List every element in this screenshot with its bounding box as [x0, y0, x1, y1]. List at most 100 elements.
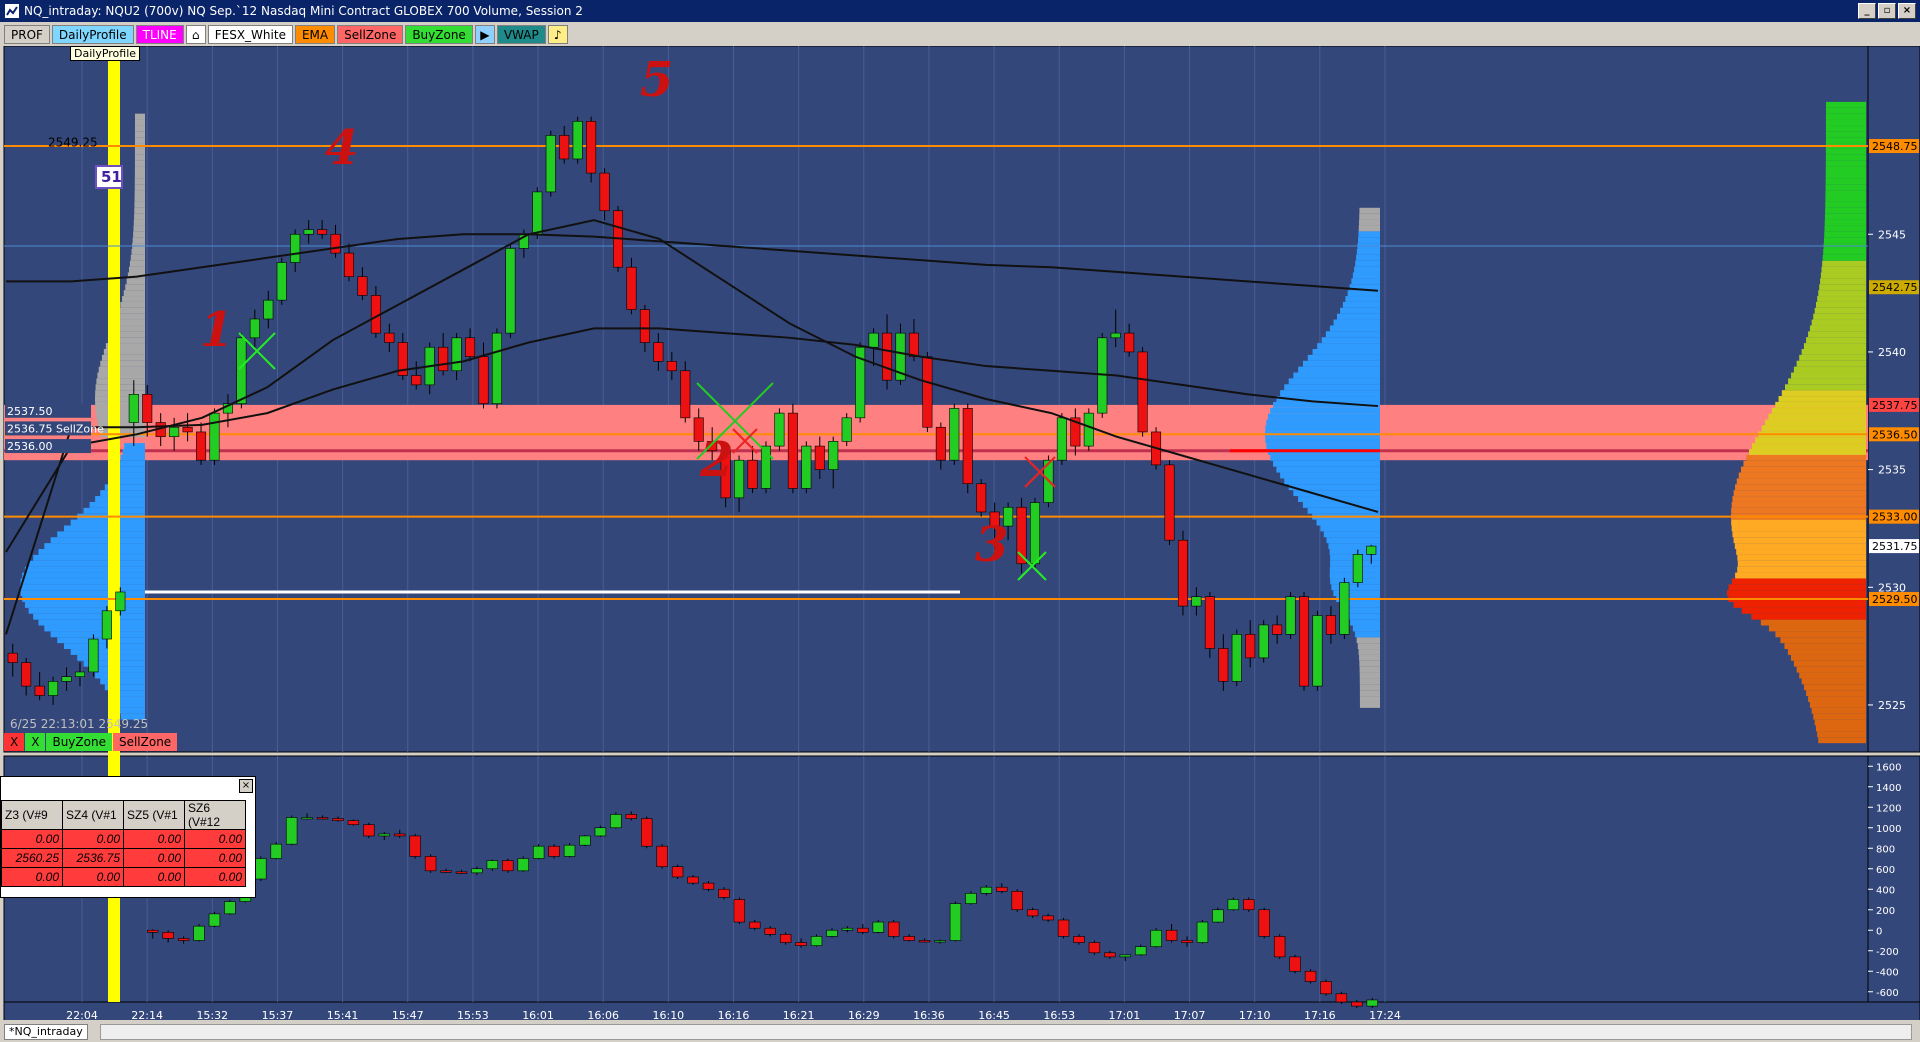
- delta-candle: [285, 817, 298, 845]
- tooltip: DailyProfile: [70, 46, 141, 61]
- price-flag-label: 2533.00: [1872, 511, 1918, 524]
- left-profile-bar: [134, 125, 145, 132]
- toolbar-button-vwap[interactable]: VWAP: [496, 24, 546, 44]
- delta-candle: [486, 860, 499, 870]
- price-candle: [249, 318, 260, 339]
- restore-icon[interactable]: ▫: [1878, 3, 1896, 19]
- vp-histogram-bar: [1799, 354, 1866, 361]
- toolbar-button-sellzone[interactable]: SellZone: [337, 24, 404, 44]
- price-candle: [465, 337, 476, 357]
- vp-histogram-bar: [1731, 501, 1866, 508]
- bell-icon[interactable]: ♪: [547, 24, 568, 44]
- left-profile-bar: [115, 701, 145, 708]
- vp-histogram-bar: [1811, 707, 1866, 714]
- table-cell: 0.00: [184, 867, 246, 887]
- delta-candle: [702, 882, 715, 890]
- vp-histogram-bar: [1732, 531, 1866, 538]
- toolbar-button-prof[interactable]: PROF: [4, 24, 50, 44]
- price-candle: [411, 375, 422, 386]
- indicator-tick-label: 800: [1876, 844, 1895, 855]
- vp-histogram-bar: [1814, 719, 1866, 726]
- table-row[interactable]: 0.00 0.00 0.00 0.00: [1, 829, 246, 849]
- vp-histogram-bar: [1825, 190, 1866, 197]
- delta-candle: [440, 870, 452, 873]
- delta-candle: [965, 893, 977, 904]
- price-candle: [1191, 596, 1202, 607]
- vp-histogram-bar: [1825, 172, 1866, 179]
- table-row[interactable]: 0.00 0.00 0.00 0.00: [1, 867, 246, 887]
- price-candle: [1177, 539, 1188, 607]
- play-icon[interactable]: ▶: [474, 24, 495, 44]
- table-header[interactable]: SZ4 (V#1: [62, 800, 124, 830]
- table-cell: 0.00: [123, 867, 185, 887]
- price-candle: [908, 332, 919, 357]
- vp-histogram-bar: [1731, 507, 1866, 514]
- delta-candle: [857, 927, 869, 933]
- legend-item-x[interactable]: X: [25, 733, 46, 751]
- vp-histogram-bar: [1793, 660, 1866, 667]
- volume-profile-bar: [1273, 460, 1380, 467]
- vp-histogram-bar: [1825, 131, 1866, 138]
- toolbar-button-ema[interactable]: EMA: [294, 24, 336, 44]
- vp-histogram-bar: [1825, 166, 1866, 173]
- close-icon[interactable]: ×: [239, 779, 253, 793]
- chart-canvas[interactable]: 22:04 22:14 15:32 15:37 15:41 15:47 15:53 16:01…: [0, 46, 1920, 1032]
- vp-histogram-bar: [1808, 696, 1866, 702]
- left-profile-bar: [22, 572, 145, 579]
- table-header[interactable]: SZ6 (V#12: [184, 800, 246, 830]
- delta-candle: [888, 921, 900, 937]
- horizontal-scrollbar[interactable]: [100, 1024, 1912, 1040]
- delta-candle: [733, 899, 746, 923]
- table-row[interactable]: 2560.25 2536.75 0.00 0.00: [1, 848, 246, 868]
- price-candle: [572, 121, 583, 160]
- vp-histogram-bar: [1808, 331, 1866, 338]
- tab-nq-intraday[interactable]: *NQ_intraday: [4, 1024, 88, 1040]
- price-candle: [935, 426, 946, 461]
- zone-table-panel[interactable]: × Z3 (V#9 SZ4 (V#1 SZ5 (V#1 SZ6 (V#12 0.00 0…: [0, 776, 256, 898]
- volume-profile-bar: [1355, 631, 1380, 638]
- minimize-icon[interactable]: _: [1858, 3, 1876, 19]
- delta-candle: [1057, 919, 1070, 937]
- volume-profile-bar: [1266, 419, 1380, 426]
- table-cell: 2536.75: [62, 848, 124, 868]
- y-tick-label: 2535: [1878, 464, 1906, 477]
- volume-profile-bar: [1298, 366, 1380, 373]
- legend-item-x[interactable]: X: [4, 733, 25, 751]
- left-profile-bar: [28, 607, 146, 614]
- price-candle: [774, 412, 785, 447]
- legend-item-buyzone[interactable]: BuyZone: [46, 733, 112, 751]
- delta-candle: [1335, 993, 1348, 1003]
- left-profile-bar: [134, 160, 145, 167]
- volume-profile-bar: [1267, 413, 1380, 420]
- toolbar-button-dailyprofile[interactable]: DailyProfile: [51, 24, 134, 44]
- vp-histogram-bar: [1775, 401, 1866, 408]
- price-candle: [1245, 634, 1256, 659]
- table-header[interactable]: SZ5 (V#1: [123, 800, 185, 830]
- delta-candle: [1366, 999, 1378, 1007]
- table-header[interactable]: Z3 (V#9: [1, 800, 63, 830]
- volume-profile-bar: [1326, 537, 1380, 544]
- left-profile-bar: [100, 678, 145, 685]
- price-candle: [599, 172, 610, 212]
- vp-histogram-bar: [1813, 313, 1866, 320]
- vp-histogram-bar: [1801, 348, 1866, 355]
- volume-profile-bar: [1359, 678, 1380, 685]
- delta-candle: [347, 820, 360, 825]
- delta-candle: [1150, 929, 1162, 947]
- vp-histogram-bar: [1825, 201, 1866, 208]
- delta-candle: [270, 843, 282, 859]
- volume-profile-bar: [1358, 225, 1380, 232]
- toolbar-button-tline[interactable]: TLINE: [135, 24, 184, 44]
- vp-histogram-bar: [1825, 178, 1866, 185]
- toolbar-button-buyzone[interactable]: BuyZone: [405, 24, 473, 44]
- indicator-tick-label: 200: [1876, 906, 1895, 917]
- close-icon[interactable]: ×: [1898, 3, 1916, 19]
- delta-candle: [656, 845, 668, 868]
- legend-item-sellzone[interactable]: SellZone: [112, 733, 178, 751]
- toolbar-button-fesx-white[interactable]: FESX_White: [207, 24, 293, 44]
- trash-icon[interactable]: ⌂: [185, 24, 206, 44]
- price-candle: [1366, 545, 1377, 555]
- y-tick-label: 2525: [1878, 699, 1906, 712]
- price-candle: [1110, 332, 1121, 339]
- volume-profile-bar: [1293, 372, 1380, 379]
